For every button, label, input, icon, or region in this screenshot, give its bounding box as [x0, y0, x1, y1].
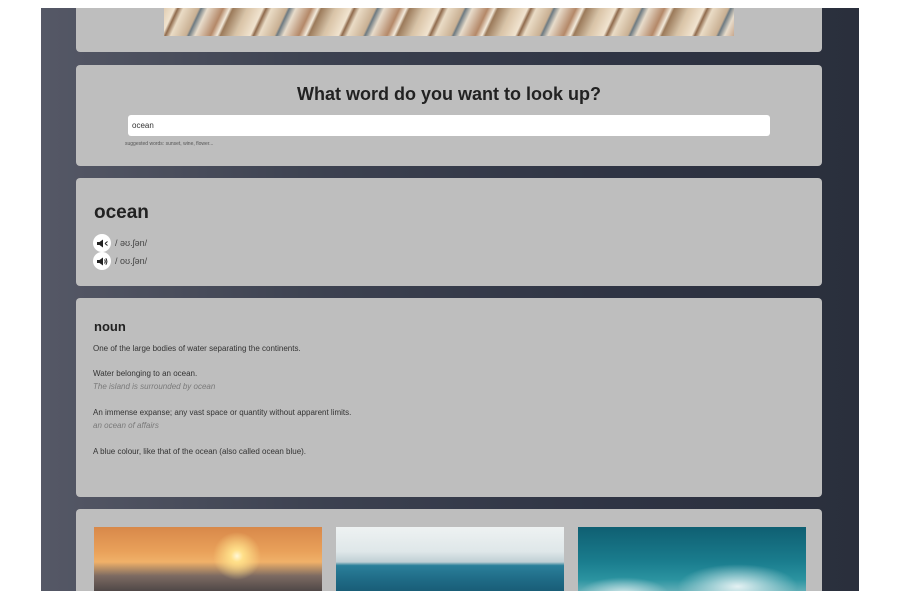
- sea-horizon-image[interactable]: [336, 527, 564, 591]
- play-audio-button[interactable]: [93, 252, 111, 270]
- definition-item: A blue colour, like that of the ocean (a…: [93, 446, 793, 457]
- app-background: What word do you want to look up? sugges…: [41, 8, 859, 591]
- pronunciation-row: / oʊ.ʃən/: [93, 252, 147, 270]
- definition-item: An immense expanse; any vast space or qu…: [93, 407, 793, 432]
- definitions-card: noun One of the large bodies of water se…: [76, 298, 822, 497]
- pronunciation-row: / əʊ.ʃən/: [93, 234, 147, 252]
- pronunciation-text: / əʊ.ʃən/: [115, 238, 148, 248]
- sunset-ocean-image[interactable]: [94, 527, 322, 591]
- suggested-words: suggested words: sunset, wine, flower...: [125, 141, 214, 147]
- search-card: What word do you want to look up? sugges…: [76, 65, 822, 166]
- search-input[interactable]: [128, 115, 770, 136]
- ocean-waves-image[interactable]: [578, 527, 806, 591]
- definition-text: One of the large bodies of water separat…: [93, 344, 301, 353]
- hero-card: [76, 8, 822, 52]
- definition-list: One of the large bodies of water separat…: [93, 343, 793, 471]
- speaker-loud-icon: [96, 257, 107, 265]
- part-of-speech: noun: [94, 319, 126, 334]
- definition-text: An immense expanse; any vast space or qu…: [93, 408, 352, 417]
- definition-item: One of the large bodies of water separat…: [93, 343, 793, 354]
- play-audio-button[interactable]: [93, 234, 111, 252]
- definition-text: Water belonging to an ocean.: [93, 369, 198, 378]
- definition-item: Water belonging to an ocean. The island …: [93, 368, 793, 393]
- books-banner-image: [164, 8, 734, 36]
- images-card: [76, 509, 822, 591]
- definition-example: The island is surrounded by ocean: [93, 382, 216, 391]
- speaker-icon: [96, 239, 108, 247]
- search-title: What word do you want to look up?: [297, 84, 601, 104]
- definition-text: A blue colour, like that of the ocean (a…: [93, 447, 307, 456]
- word-card: ocean / əʊ.ʃən/ / oʊ.ʃən/: [76, 178, 822, 286]
- pronunciation-text: / oʊ.ʃən/: [115, 256, 148, 266]
- word-title: ocean: [94, 202, 149, 223]
- definition-example: an ocean of affairs: [93, 421, 159, 430]
